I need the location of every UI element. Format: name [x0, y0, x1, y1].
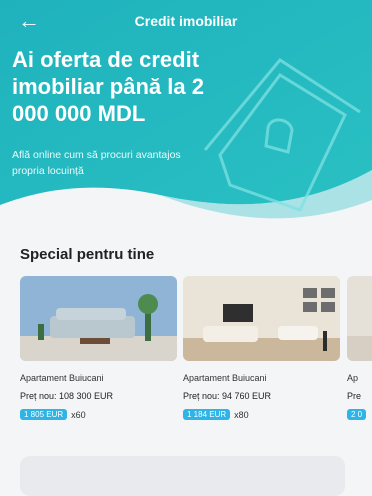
offer-rate: 1 805 EUR x60: [20, 409, 177, 420]
offer-name: Apartament Buiucani: [20, 373, 104, 383]
offer-rate: 2 0: [347, 409, 372, 420]
hero-subtitle: Află online cum să procuri avantajos pro…: [12, 149, 181, 177]
monthly-badge: 1 184 EUR: [183, 409, 231, 420]
offer-card[interactable]: Apartament Buiucani Preț nou: 94 760 EUR…: [183, 276, 340, 420]
section-title: Special pentru tine: [20, 246, 155, 263]
offer-months: x80: [234, 409, 249, 420]
offer-months: x60: [71, 409, 86, 420]
offer-rate: 1 184 EUR x80: [183, 409, 340, 420]
monthly-badge: 2 0: [347, 409, 367, 420]
offer-price: Pre: [347, 391, 362, 401]
page-title: Credit imobiliar: [134, 13, 238, 29]
offer-price: Preț nou: 108 300 EUR: [20, 391, 114, 401]
hero-headline: Ai oferta de credit imobiliar până la 2 …: [12, 47, 204, 126]
offer-card[interactable]: Apartament Buiucani Preț nou: 108 300 EU…: [20, 276, 177, 420]
apartment-photo: [347, 276, 372, 361]
apartment-photo: [20, 276, 177, 361]
offers-carousel[interactable]: Apartament Buiucani Preț nou: 108 300 EU…: [0, 276, 372, 446]
bottom-panel[interactable]: [20, 456, 345, 496]
apartment-photo: [183, 276, 340, 361]
hero-banner: ← Credit imobiliar Ai oferta de credit i…: [0, 0, 372, 225]
offer-name: Ap: [347, 373, 359, 383]
offer-card[interactable]: Ap Pre 2 0: [347, 276, 372, 420]
offer-price: Preț nou: 94 760 EUR: [183, 391, 272, 401]
top-bar: ← Credit imobiliar: [0, 0, 372, 42]
monthly-badge: 1 805 EUR: [20, 409, 68, 420]
offer-name: Apartament Buiucani: [183, 373, 267, 383]
